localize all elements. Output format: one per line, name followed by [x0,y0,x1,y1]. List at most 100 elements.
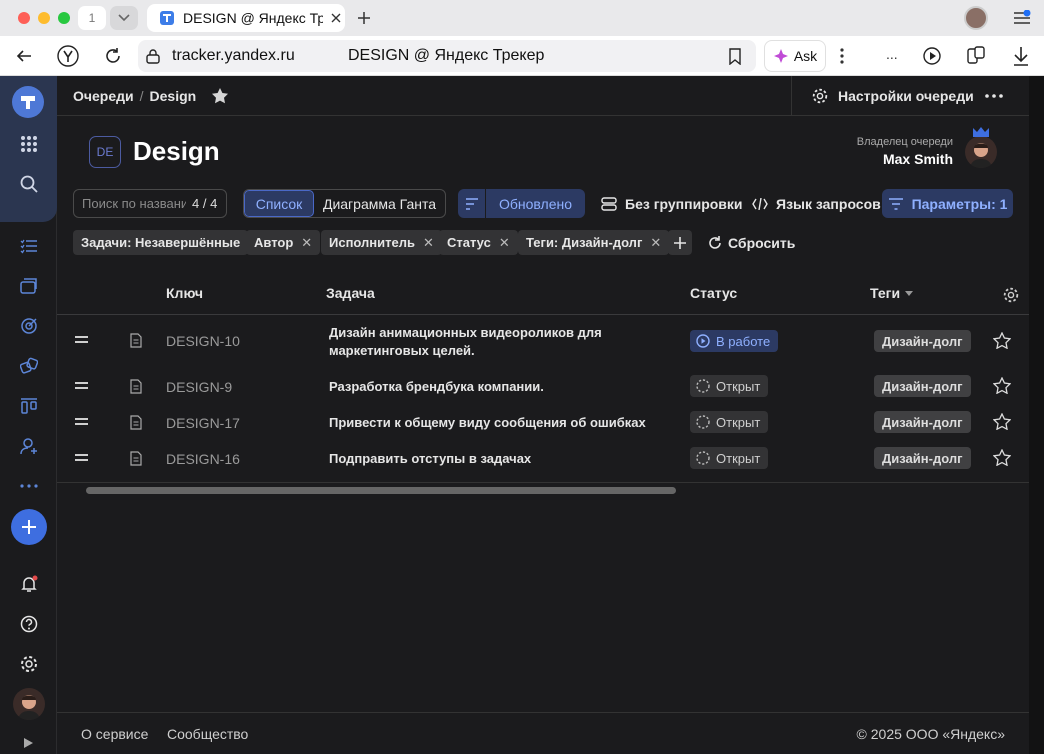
table-row[interactable]: DESIGN-17 Привести к общему виду сообщен… [57,405,1029,441]
add-filter-button[interactable] [668,230,692,255]
table-row[interactable]: DESIGN-9 Разработка брендбука компании. … [57,369,1029,405]
parameters-button[interactable]: Параметры: 1 [882,189,1013,218]
favorite-queue-icon[interactable] [211,87,229,104]
sort-label[interactable]: Обновлено [486,189,585,218]
settings-icon[interactable] [16,651,42,677]
add-user-icon[interactable] [16,433,42,459]
close-tab-icon[interactable] [331,13,341,23]
kebab-menu-icon[interactable] [840,47,844,65]
issue-title[interactable]: Разработка брендбука компании. [329,378,544,396]
ask-button[interactable]: Ask [764,40,826,72]
status-badge[interactable]: Открыт [690,375,769,397]
filter-chip-assignee[interactable]: Исполнитель ✕ [321,230,442,255]
issue-title[interactable]: Привести к общему виду сообщения об ошиб… [329,414,646,432]
table-row[interactable]: DESIGN-16 Подправить отступы в задачах О… [57,441,1029,477]
apps-icon[interactable] [16,131,42,157]
tag-badge[interactable]: Дизайн-долг [874,447,971,469]
tasks-icon[interactable] [16,233,42,259]
active-tab[interactable]: DESIGN @ Яндекс Трекер [147,4,345,32]
column-settings-icon[interactable] [1003,287,1019,303]
queues-icon[interactable] [16,353,42,379]
goals-icon[interactable] [16,313,42,339]
tag-badge[interactable]: Дизайн-долг [874,411,971,433]
drag-icon[interactable] [75,454,88,464]
more-icon[interactable] [16,473,42,499]
star-icon[interactable] [993,413,1011,430]
scrollbar-thumb[interactable] [86,487,676,494]
minimize-window-button[interactable] [38,12,50,24]
sidebar-menu-icon[interactable] [1013,10,1031,26]
filter-chip-tasks[interactable]: Задачи: Незавершённые [73,230,249,255]
close-icon[interactable]: ✕ [650,235,661,251]
reset-filters-button[interactable]: Сбросить [708,230,795,255]
owner-avatar[interactable] [965,136,997,168]
star-icon[interactable] [993,377,1011,394]
sort-icon[interactable] [458,189,486,218]
drag-icon[interactable] [75,418,88,428]
tab-list[interactable]: Список [244,190,314,217]
collections-icon[interactable] [966,46,986,66]
star-icon[interactable] [993,449,1011,466]
tab-count-button[interactable]: 1 [78,6,106,30]
star-icon[interactable] [993,332,1011,349]
issue-key[interactable]: DESIGN-9 [166,379,232,395]
bookmark-icon[interactable] [728,48,742,65]
downloads-icon[interactable] [1012,46,1030,66]
maximize-window-button[interactable] [58,12,70,24]
create-icon[interactable] [11,509,47,545]
grouping-button[interactable]: Без группировки [601,189,743,218]
issue-key[interactable]: DESIGN-17 [166,415,240,431]
site-settings-icon[interactable] [146,48,160,64]
tab-gantt[interactable]: Диаграмма Ганта [314,190,445,217]
filter-chip-status[interactable]: Статус ✕ [439,230,518,255]
status-badge[interactable]: В работе [690,330,779,352]
issue-key[interactable]: DESIGN-16 [166,451,240,467]
table-row[interactable]: DESIGN-10 Дизайн анимационных видеоролик… [57,323,1029,359]
reload-icon[interactable] [104,47,122,65]
filter-chip-tags[interactable]: Теги: Дизайн-долг ✕ [518,230,670,255]
status-badge[interactable]: Открыт [690,447,769,469]
tab-list-button[interactable] [110,6,138,30]
community-link[interactable]: Сообщество [167,726,248,742]
sort-button[interactable]: Обновлено [458,189,585,218]
close-icon[interactable]: ✕ [301,235,312,251]
issue-title[interactable]: Подправить отступы в задачах [329,450,531,468]
owner-name[interactable]: Max Smith [820,151,953,167]
issue-title[interactable]: Дизайн анимационных видеороликов для мар… [329,324,602,360]
column-tags[interactable]: Теги [870,285,914,301]
breadcrumb-queues[interactable]: Очереди [73,88,134,104]
drag-icon[interactable] [75,336,88,346]
column-status[interactable]: Статус [690,285,737,301]
column-key[interactable]: Ключ [166,285,203,301]
breadcrumb-current[interactable]: Design [150,88,197,104]
notifications-icon[interactable] [16,571,42,597]
back-icon[interactable] [16,48,32,64]
horizontal-scrollbar[interactable] [57,482,1029,497]
boards-icon[interactable] [16,393,42,419]
extensions-overflow[interactable]: ... [886,46,898,62]
yandex-icon[interactable] [57,45,79,67]
search-icon[interactable] [16,171,42,197]
column-task[interactable]: Задача [326,285,375,301]
profile-avatar[interactable] [964,6,988,30]
drag-icon[interactable] [75,382,88,392]
filter-chip-author[interactable]: Автор ✕ [246,230,321,255]
new-tab-button[interactable] [352,6,376,30]
tag-badge[interactable]: Дизайн-долг [874,375,971,397]
query-language-button[interactable]: Язык запросов [752,189,881,218]
close-icon[interactable]: ✕ [499,235,510,251]
expand-sidebar-icon[interactable] [22,737,34,749]
user-avatar[interactable] [13,688,45,720]
issue-key[interactable]: DESIGN-10 [166,333,240,349]
projects-icon[interactable] [16,273,42,299]
close-window-button[interactable] [18,12,30,24]
tracker-logo-icon[interactable] [12,86,44,118]
search-input[interactable]: Поиск по названию 4 / 4 [73,189,227,218]
help-icon[interactable] [16,611,42,637]
tag-badge[interactable]: Дизайн-долг [874,330,971,352]
close-icon[interactable]: ✕ [423,235,434,251]
media-icon[interactable] [922,46,942,66]
about-link[interactable]: О сервисе [81,726,148,742]
status-badge[interactable]: Открыт [690,411,769,433]
header-more-icon[interactable] [985,94,1003,98]
